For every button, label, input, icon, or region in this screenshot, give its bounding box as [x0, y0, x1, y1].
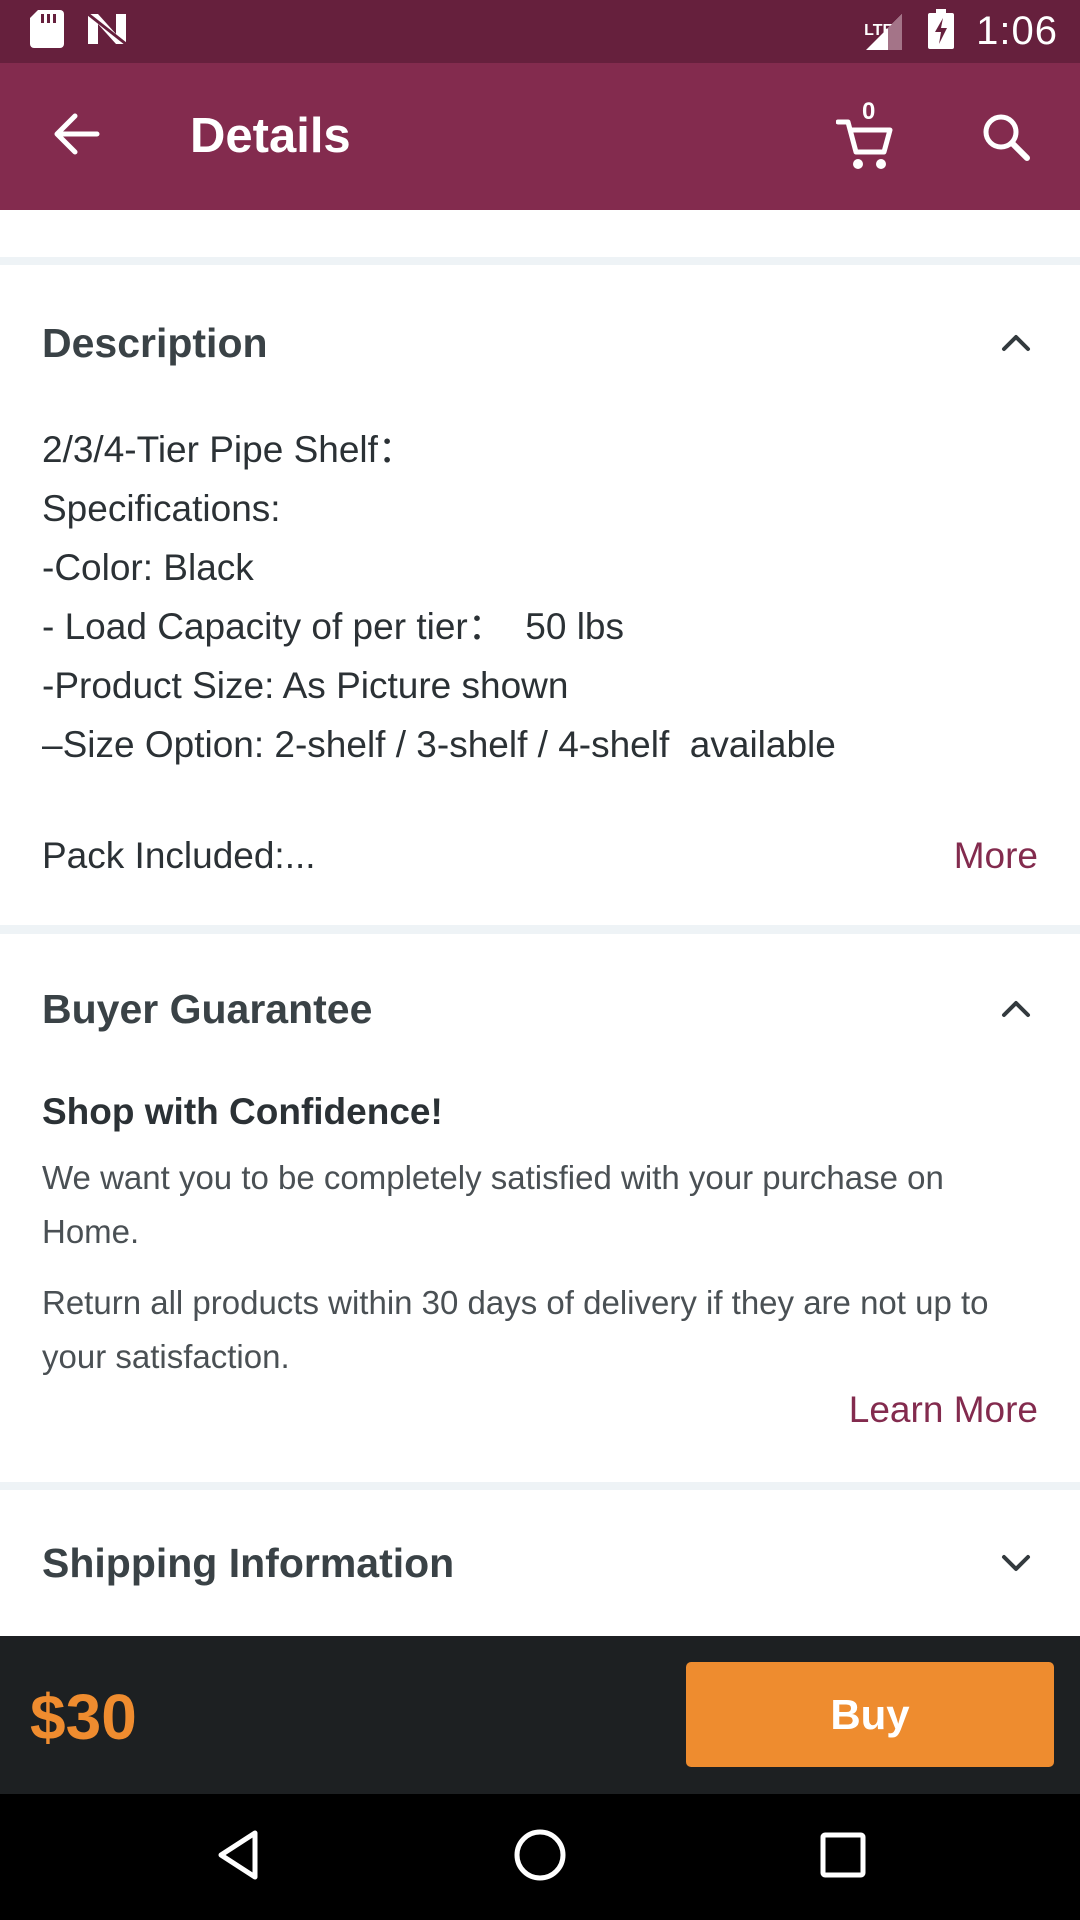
search-button[interactable] — [974, 107, 1038, 171]
nav-back-button[interactable] — [205, 1824, 271, 1890]
guarantee-paragraph-2: Return all products within 30 days of de… — [42, 1284, 989, 1375]
search-icon — [981, 112, 1031, 167]
screen: LTE 1:06 Details 0 Description 2/3/4-Tie… — [0, 0, 1080, 1920]
n-icon — [86, 12, 128, 51]
shipping-title: Shipping Information — [42, 1540, 455, 1586]
previous-section-strip — [0, 210, 1080, 257]
shipping-section[interactable]: Shipping Information — [0, 1490, 1080, 1636]
chevron-up-icon — [996, 335, 1036, 367]
nav-recents-button[interactable] — [810, 1824, 876, 1890]
buyer-guarantee-collapse-toggle[interactable] — [996, 989, 1036, 1029]
chevron-down-icon — [996, 1555, 1036, 1587]
nav-home-button[interactable] — [507, 1824, 573, 1890]
guarantee-heading: Shop with Confidence! — [42, 1091, 443, 1132]
description-collapse-toggle[interactable] — [996, 323, 1036, 363]
square-recents-icon — [818, 1830, 868, 1885]
more-link[interactable]: More — [954, 835, 1038, 877]
triangle-back-icon — [213, 1827, 263, 1888]
battery-charging-icon — [928, 9, 955, 54]
description-section: Description 2/3/4-Tier Pipe Shelf： Speci… — [0, 265, 1080, 925]
price-label: $30 — [30, 1681, 137, 1753]
learn-more-link[interactable]: Learn More — [849, 1389, 1038, 1431]
description-text: 2/3/4-Tier Pipe Shelf： Specifications: -… — [42, 429, 836, 765]
buyer-guarantee-title: Buyer Guarantee — [42, 986, 373, 1032]
system-nav-bar — [0, 1794, 1080, 1920]
cart-button[interactable]: 0 — [835, 98, 906, 177]
cart-icon — [835, 116, 894, 177]
sd-card-icon — [30, 10, 64, 53]
buy-bar: $30 Buy — [0, 1636, 1080, 1794]
circle-home-icon — [512, 1827, 568, 1888]
chevron-up-icon — [996, 1001, 1036, 1033]
lte-signal-icon: LTE — [858, 10, 906, 54]
buyer-guarantee-section: Buyer Guarantee Shop with Confidence! We… — [0, 934, 1080, 1482]
guarantee-paragraph-1: We want you to be completely satisfied w… — [42, 1159, 944, 1250]
status-time: 1:06 — [976, 9, 1058, 53]
arrow-back-icon — [53, 112, 101, 161]
page-title: Details — [190, 109, 351, 163]
app-bar: Details 0 — [0, 63, 1080, 210]
pack-included-text: Pack Included:... — [42, 835, 316, 876]
back-button[interactable] — [44, 103, 110, 169]
description-title: Description — [42, 320, 268, 366]
buy-button[interactable]: Buy — [686, 1662, 1054, 1767]
shipping-expand-toggle[interactable] — [996, 1543, 1036, 1583]
status-bar: LTE 1:06 — [0, 0, 1080, 63]
